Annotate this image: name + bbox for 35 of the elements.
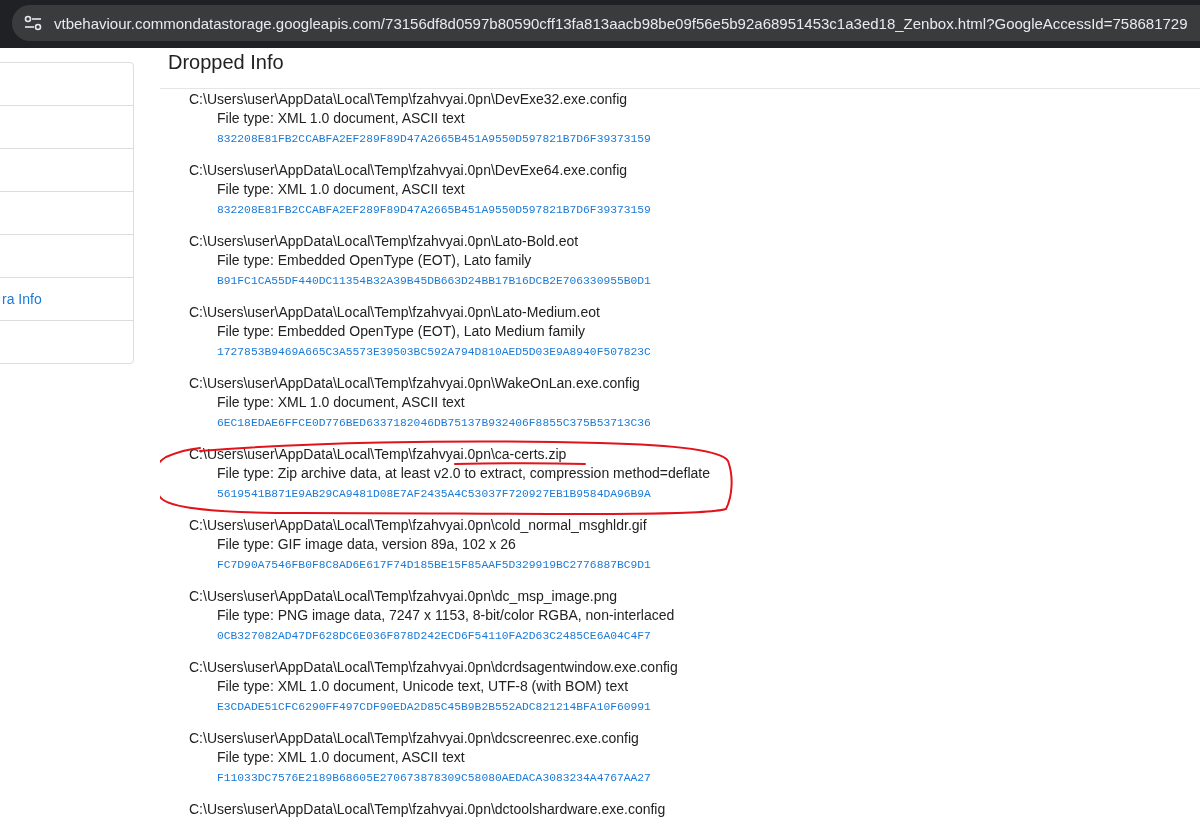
file-path: C:\Users\user\AppData\Local\Temp\fzahvyai.0pn\dctoolshardware.exe.config [189, 801, 666, 817]
file-hash: F11033DC7576E2189B68605E270673878309C58080AEDACA3083234A4767AA27 [217, 772, 651, 784]
file-path: C:\Users\user\AppData\Local\Temp\fzahvyai.0pn\Lato-Bold.eot [189, 233, 579, 249]
file-hash: 5619541B871E9AB29CA9481D08E7AF2435A4C53037F720927EB1B9584DA96B9A [217, 488, 651, 500]
file-type: File type: PNG image data, 7247 x 1153, 8-bit/color RGBA, non-interlaced [217, 607, 675, 623]
file-type: File type: Embedded OpenType (EOT), Lato Medium family [217, 323, 586, 339]
file-type: File type: XML 1.0 document, Unicode text, UTF-8 (with BOM) text [217, 678, 629, 694]
file-path: C:\Users\user\AppData\Local\Temp\fzahvyai.0pn\cold_normal_msghldr.gif [189, 517, 647, 533]
file-type: File type: Embedded OpenType (EOT), Lato family [217, 252, 532, 268]
file-type: File type: XML 1.0 document, ASCII text [217, 394, 465, 410]
file-path: C:\Users\user\AppData\Local\Temp\fzahvyai.0pn\dcrdsagentwindow.exe.config [189, 659, 678, 675]
file-path: C:\Users\user\AppData\Local\Temp\fzahvyai.0pn\WakeOnLan.exe.config [189, 375, 640, 391]
file-hash: E3CDADE51CFC6290FF497CDF90EDA2D85C45B9B2B552ADC821214BFA10F60991 [217, 701, 651, 713]
file-hash: 0CB327082AD47DF628DC6E036F878D242ECD6F54110FA2D63C2485CE6A04C4F7 [217, 630, 651, 642]
file-path: C:\Users\user\AppData\Local\Temp\fzahvyai.0pn\dc_msp_image.png [189, 588, 617, 604]
file-path: C:\Users\user\AppData\Local\Temp\fzahvyai.0pn\DevExe64.exe.config [189, 162, 628, 178]
file-hash: 6EC18EDAE6FFCE0D776BED6337182046DB75137B932406F8855C375B53713C36 [217, 417, 651, 429]
file-path: C:\Users\user\AppData\Local\Temp\fzahvyai.0pn\dcscreenrec.exe.config [189, 730, 639, 746]
file-type: File type: XML 1.0 document, ASCII text [217, 110, 465, 126]
file-hash: 1727853B9469A665C3A5573E39503BC592A794D810AED5D03E9A8940F507823C [217, 346, 651, 358]
sidebar-link[interactable]: ra Info [2, 291, 42, 307]
file-type: File type: Zip archive data, at least v2.0 to extract, compression method=deflate [217, 465, 710, 481]
file-hash: 832208E81FB2CCABFA2EF289F89D47A2665B451A9550D597821B7D6F39373159 [217, 204, 651, 216]
address-bar[interactable]: vtbehaviour.commondatastorage.googleapis.com/73156df8d0597b80590cff13fa813aacb98be09f56e5b92a68951453c1a3ed18_Zenbox.html?GoogleAccessId=758681729 [12, 5, 1200, 41]
file-type: File type: XML 1.0 document, ASCII text [217, 749, 465, 765]
url-text: vtbehaviour.commondatastorage.googleapis.com/73156df8d0597b80590cff13fa813aacb98be09f56e5b92a68951453c1a3ed18_Zenbox.html?GoogleAccessId=758681729 [54, 14, 1188, 32]
file-path: C:\Users\user\AppData\Local\Temp\fzahvyai.0pn\Lato-Medium.eot [189, 304, 600, 320]
file-type: File type: XML 1.0 document, ASCII text [217, 181, 465, 197]
file-path: C:\Users\user\AppData\Local\Temp\fzahvyai.0pn\DevExe32.exe.config [189, 91, 628, 107]
file-hash: 832208E81FB2CCABFA2EF289F89D47A2665B451A9550D597821B7D6F39373159 [217, 133, 651, 145]
file-hash: B91FC1CA55DF440DC11354B32A39B45DB663D24BB17B16DCB2E706330955B0D1 [217, 275, 651, 287]
file-path: C:\Users\user\AppData\Local\Temp\fzahvyai.0pn\ca-certs.zip [189, 446, 567, 462]
file-type: File type: GIF image data, version 89a, 102 x 26 [217, 536, 516, 552]
site-settings-icon[interactable] [24, 15, 42, 31]
file-hash: FC7D90A7546FB0F8C8AD6E617F74D185BE15F85AAF5D329919BC2776887BC9D1 [217, 559, 651, 571]
